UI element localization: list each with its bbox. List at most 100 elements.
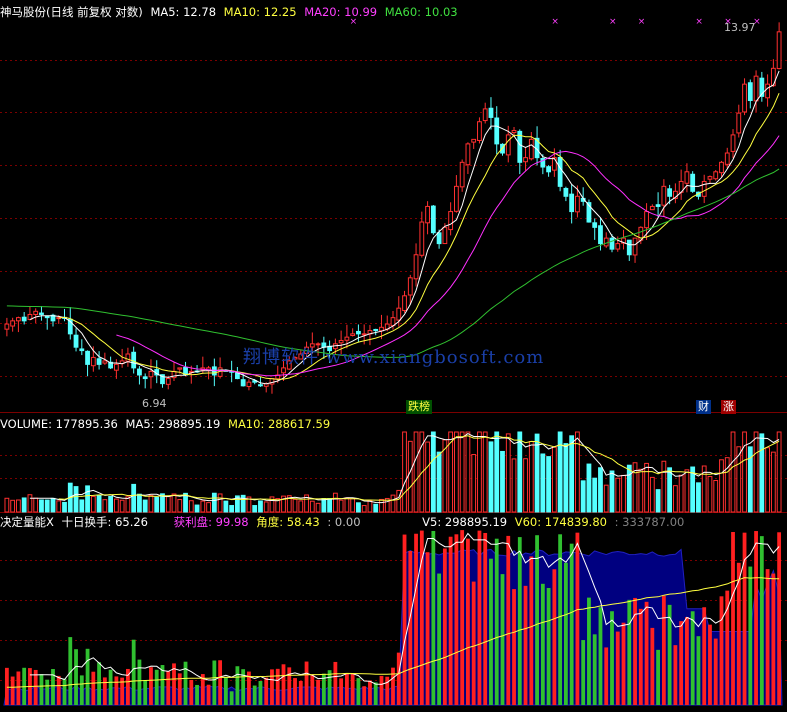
candle-body: [747, 82, 753, 102]
volume-bar: [390, 494, 396, 513]
candle-body: [661, 185, 667, 206]
candle-body: [684, 171, 690, 184]
price-header: 神马股份(日线 前复权 对数) MA5: 12.78 MA10: 12.25 M…: [0, 4, 462, 20]
candle-body: [667, 188, 673, 197]
volume-bar: [131, 483, 137, 513]
volume-bar: [655, 489, 661, 513]
candle-body: [356, 330, 361, 335]
indicator-bar: [489, 558, 493, 705]
candle-body: [361, 333, 367, 336]
tag-cai[interactable]: 财: [696, 400, 711, 414]
volume-bar: [696, 482, 701, 513]
indicator-bar: [592, 634, 597, 705]
tag-die-bang[interactable]: 跌榜: [406, 400, 432, 414]
volume-bar: [229, 505, 235, 513]
volume-bar: [309, 500, 315, 513]
candle-body: [373, 328, 379, 332]
indicator-bar: [154, 669, 159, 705]
indicator-bar: [362, 686, 367, 705]
indicator-bar: [252, 685, 257, 705]
indicator-bar: [656, 649, 660, 705]
volume-bar: [252, 505, 258, 513]
volume-bar: [50, 497, 56, 513]
indicator-bar: [131, 639, 136, 705]
indicator-bar: [673, 645, 678, 705]
volume-bar: [171, 493, 177, 513]
volume-bar: [108, 495, 114, 513]
indicator-bar: [610, 611, 614, 705]
indicator-bar: [108, 669, 113, 705]
indicator-bar: [56, 675, 61, 705]
candle-body: [690, 173, 696, 192]
candle-body: [459, 161, 465, 188]
volume-bar: [379, 498, 384, 513]
turnover-label: 十日换手: 65.26: [61, 515, 148, 529]
indicator-bar: [414, 533, 418, 705]
volume-bar: [298, 500, 304, 513]
volume-bar: [707, 476, 713, 513]
indicator-bar: [379, 675, 384, 705]
candle-body: [482, 108, 488, 122]
volume-bar: [119, 499, 125, 513]
candle-body: [73, 334, 79, 348]
candle-body: [350, 333, 356, 336]
candle-body: [471, 138, 477, 143]
indicator-bar: [581, 640, 586, 705]
profit-label: 获利盘: 99.98: [173, 515, 249, 529]
indicator-bar: [264, 677, 269, 705]
stock-title: 神马股份(日线 前复权 对数): [0, 5, 143, 19]
candle-body: [85, 350, 90, 365]
indicator-bar: [287, 667, 292, 705]
indicator-bar: [754, 531, 758, 705]
volume-bar: [713, 479, 719, 513]
candle-body: [33, 310, 39, 315]
angle-label: 角度: 58.43: [256, 515, 320, 529]
volume-bar: [350, 498, 356, 513]
volume-bar: [165, 495, 171, 513]
zero-label: : 0.00: [327, 515, 361, 529]
indicator-bar: [316, 679, 320, 705]
volume-bar: [413, 431, 419, 513]
volume-label: VOLUME: 177895.36: [0, 417, 118, 431]
volume-bar: [33, 497, 39, 513]
volume-bar: [649, 476, 655, 513]
candle-body: [655, 204, 661, 207]
volume-bar: [488, 441, 494, 513]
candle-body: [615, 243, 621, 250]
indicator-bar: [471, 581, 476, 705]
volume-bar: [39, 499, 44, 513]
indicator-bar: [529, 556, 534, 705]
indicator-bar: [448, 536, 453, 705]
candle-body: [707, 176, 713, 180]
indicator-bar: [74, 649, 78, 705]
volume-bar: [667, 467, 673, 513]
extra-label: : 333787.00: [614, 515, 685, 529]
indicator-bar: [79, 675, 84, 705]
candle-body: [494, 117, 500, 145]
volume-bar: [603, 484, 609, 513]
indicator-bar: [373, 682, 378, 705]
indicator-bar: [540, 583, 545, 705]
tag-zhang[interactable]: 涨: [721, 400, 736, 414]
candle-body: [21, 316, 27, 322]
indicator-bar: [166, 671, 171, 705]
stock-chart[interactable]: × × × × × × × 神马股份(日线 前复权 对数) MA5: 12.78 MA10:…: [0, 0, 787, 708]
ma5-label: MA5: 12.78: [150, 5, 217, 19]
indicator-bar: [402, 534, 407, 705]
volume-bar: [194, 504, 200, 513]
volume-bar: [327, 498, 333, 513]
indicator-bar: [569, 543, 574, 705]
indicator-bar: [333, 661, 338, 705]
candle-body: [557, 157, 563, 187]
volume-bar: [332, 492, 338, 513]
volume-bar: [465, 431, 471, 513]
indicator-bar: [679, 621, 684, 705]
indicator-bar: [189, 679, 194, 705]
candle-body: [632, 237, 638, 256]
volume-bar: [609, 470, 615, 513]
indicator-bar: [408, 550, 413, 705]
indicator-bar: [229, 691, 234, 705]
volume-header: VOLUME: 177895.36 MA5: 298895.19 MA10: 2…: [0, 416, 334, 432]
indicator-bar: [506, 535, 511, 705]
indicator-bar: [391, 667, 395, 705]
